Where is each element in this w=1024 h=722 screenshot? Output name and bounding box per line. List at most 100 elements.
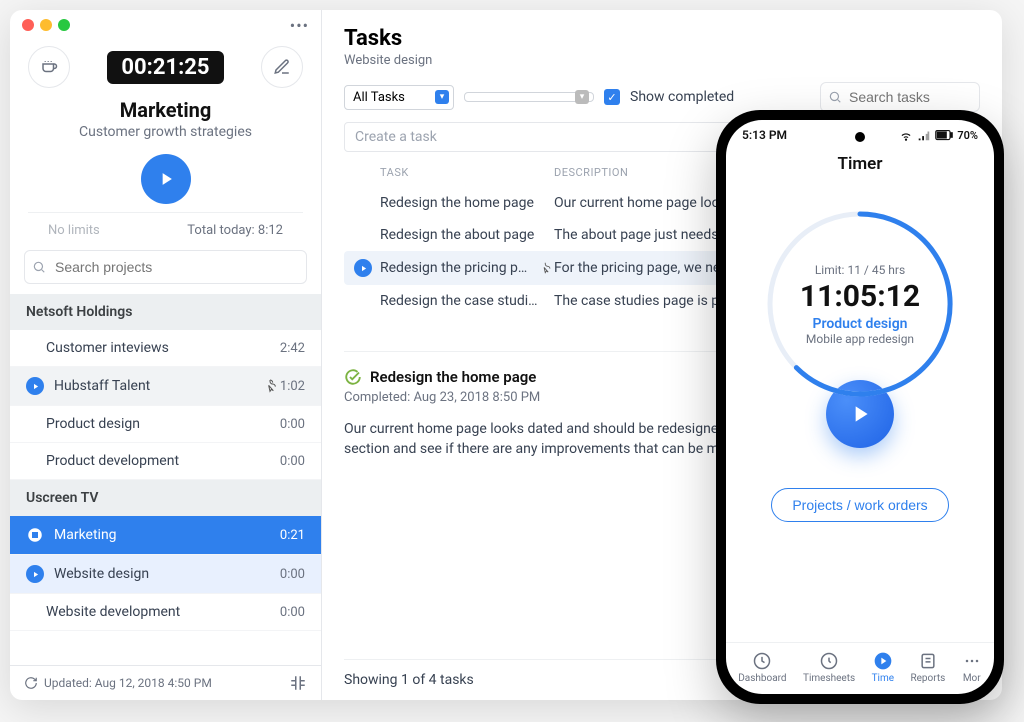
tab-icon xyxy=(918,651,938,671)
projects-orders-button[interactable]: Projects / work orders xyxy=(771,488,948,522)
total-today: Total today: 8:12 xyxy=(187,223,283,238)
play-area xyxy=(10,154,321,204)
more-menu-icon[interactable]: ••• xyxy=(290,16,309,35)
active-project-subtitle: Customer growth strategies xyxy=(10,124,321,140)
project-row[interactable]: Hubstaff Talent 1:02 xyxy=(10,367,321,406)
search-icon xyxy=(828,90,842,104)
project-name: Marketing xyxy=(54,527,280,543)
completed-icon xyxy=(344,368,362,386)
project-name: Hubstaff Talent xyxy=(54,378,260,394)
project-row[interactable]: Product design0:00 xyxy=(10,406,321,443)
phone-subproject: Mobile app redesign xyxy=(806,332,914,346)
chevron-down-icon: ▾ xyxy=(575,90,589,104)
project-row[interactable]: Customer inteviews2:42 xyxy=(10,330,321,367)
project-name: Product design xyxy=(46,416,280,432)
phone-mockup: 5:13 PM 70% Timer Limit: 11 / 45 hrs 11:… xyxy=(716,110,1004,704)
column-task: TASK xyxy=(354,166,554,179)
tasks-search-input[interactable] xyxy=(820,82,980,112)
project-time: 0:00 xyxy=(280,454,305,469)
project-name: Website development xyxy=(46,604,280,620)
project-row[interactable]: Website design0:00 xyxy=(10,555,321,594)
edit-icon xyxy=(273,58,291,76)
signal-icon xyxy=(917,128,931,142)
tab-label: Timesheets xyxy=(803,673,855,684)
tab-time[interactable]: Time xyxy=(872,651,894,684)
tab-timesheets[interactable]: Timesheets xyxy=(803,651,855,684)
last-updated: Updated: Aug 12, 2018 4:50 PM xyxy=(44,676,212,690)
coffee-icon xyxy=(40,58,58,76)
tab-mor[interactable]: Mor xyxy=(962,651,982,684)
phone-project[interactable]: Product design xyxy=(813,316,908,332)
cursor-icon xyxy=(264,378,280,394)
collapse-icon[interactable] xyxy=(289,674,307,692)
task-name: Redesign the home page xyxy=(380,195,534,211)
refresh-icon[interactable] xyxy=(24,676,38,690)
breadcrumb: Website design xyxy=(344,53,980,68)
limits-row: No limits Total today: 8:12 xyxy=(28,212,303,246)
chevron-down-icon: ▾ xyxy=(435,90,449,104)
filters-row: All Tasks ▾ ▾ ✓ Show completed xyxy=(344,82,980,112)
sidebar: ••• 00:21:25 Marketing Customer growth s… xyxy=(10,10,322,700)
org-header: Uscreen TV xyxy=(10,480,321,516)
wifi-icon xyxy=(899,128,913,142)
battery-percent: 70% xyxy=(957,129,978,142)
phone-screen-title: Timer xyxy=(726,154,994,174)
active-project-heading: Marketing Customer growth strategies xyxy=(10,96,321,148)
camera-notch xyxy=(855,132,865,142)
phone-timer: 11:05:12 xyxy=(800,279,920,314)
tab-reports[interactable]: Reports xyxy=(910,651,945,684)
cursor-icon xyxy=(540,261,554,275)
search-projects xyxy=(24,250,307,284)
tab-icon xyxy=(962,651,982,671)
limits-label: No limits xyxy=(48,223,100,238)
filter-select-secondary[interactable]: ▾ xyxy=(464,92,594,102)
elapsed-timer: 00:21:25 xyxy=(107,51,223,84)
project-name: Website design xyxy=(54,566,280,582)
phone-tabbar: Dashboard Timesheets Time Reports Mor xyxy=(726,642,994,694)
project-time: 2:42 xyxy=(280,341,305,356)
tab-label: Mor xyxy=(963,673,981,684)
close-window-button[interactable] xyxy=(22,19,34,31)
play-icon xyxy=(847,401,873,427)
titlebar: ••• xyxy=(10,10,321,40)
tab-dashboard[interactable]: Dashboard xyxy=(738,651,786,684)
active-project-title: Marketing xyxy=(10,98,321,122)
tab-label: Time xyxy=(872,673,894,684)
project-row[interactable]: Website development0:00 xyxy=(10,594,321,631)
tab-label: Reports xyxy=(910,673,945,684)
task-name: Redesign the about page xyxy=(380,227,534,243)
play-icon[interactable] xyxy=(26,377,44,395)
project-time: 0:21 xyxy=(280,528,305,543)
project-time: 1:02 xyxy=(280,379,305,394)
status-time: 5:13 PM xyxy=(742,128,787,142)
tab-label: Dashboard xyxy=(738,673,786,684)
filter-all-label: All Tasks xyxy=(353,90,405,105)
show-completed-label: Show completed xyxy=(630,89,734,105)
project-time: 0:00 xyxy=(280,417,305,432)
start-timer-button[interactable] xyxy=(141,154,191,204)
play-icon xyxy=(156,169,176,189)
minimize-window-button[interactable] xyxy=(40,19,52,31)
sidebar-footer: Updated: Aug 12, 2018 4:50 PM xyxy=(10,665,321,700)
tab-icon xyxy=(819,651,839,671)
page-title: Tasks xyxy=(344,26,980,51)
limit-label: Limit: 11 / 45 hrs xyxy=(815,263,905,277)
stop-icon[interactable] xyxy=(26,526,44,544)
edit-button[interactable] xyxy=(261,46,303,88)
project-row[interactable]: Product development0:00 xyxy=(10,443,321,480)
play-icon[interactable] xyxy=(26,565,44,583)
projects-search-input[interactable] xyxy=(24,250,307,284)
project-row[interactable]: Marketing0:21 xyxy=(10,516,321,555)
play-icon[interactable] xyxy=(354,259,372,277)
tab-icon xyxy=(752,651,772,671)
break-button[interactable] xyxy=(28,46,70,88)
progress-ring: Limit: 11 / 45 hrs 11:05:12 Product desi… xyxy=(760,204,960,404)
project-time: 0:00 xyxy=(280,567,305,582)
detail-title: Redesign the home page xyxy=(370,368,536,386)
search-icon xyxy=(32,260,46,274)
filter-select-all[interactable]: All Tasks ▾ xyxy=(344,85,454,110)
battery-icon xyxy=(935,129,953,141)
show-completed-checkbox[interactable]: ✓ xyxy=(604,89,620,105)
task-name: Redesign the pricing page xyxy=(380,260,528,276)
maximize-window-button[interactable] xyxy=(58,19,70,31)
